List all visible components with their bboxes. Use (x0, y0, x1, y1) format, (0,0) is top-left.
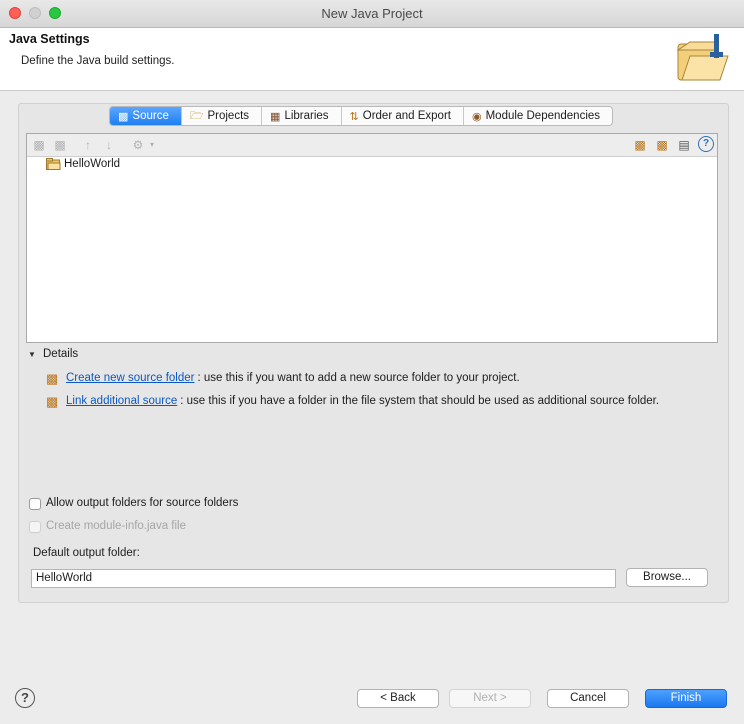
browse-button[interactable]: Browse... (626, 568, 708, 587)
help-icon[interactable]: ? (698, 136, 714, 152)
tab-source[interactable]: ▩ Source (110, 107, 182, 125)
create-source-folder-link[interactable]: Create new source folder (66, 372, 194, 384)
order-export-icon: ⇅ (349, 110, 359, 123)
source-icon: ▩ (118, 110, 129, 123)
link-source-row: ▩ Link additional source : use this if y… (46, 394, 660, 409)
tab-order-export[interactable]: ⇅ Order and Export (342, 107, 464, 125)
page-subtitle: Define the Java build settings. (21, 55, 175, 67)
details-toggle-icon[interactable]: ▼ (28, 350, 36, 359)
add-folder-icon: ▩ (33, 138, 45, 152)
create-source-description: : use this if you want to add a new sour… (197, 372, 520, 384)
allow-output-checkbox[interactable] (29, 498, 41, 510)
new-source-folder-icon: ▩ (46, 371, 59, 386)
tab-libraries[interactable]: ▦ Libraries (262, 107, 342, 125)
move-up-icon: ↑ (85, 138, 91, 152)
module-icon: ◉ (471, 110, 482, 123)
link-source-icon[interactable]: ▩ (632, 137, 648, 153)
output-folder-label: Default output folder: (33, 547, 140, 559)
remove-folder-icon: ▩ (54, 138, 66, 152)
module-info-label: Create module-info.java file (46, 520, 186, 532)
tab-projects[interactable]: 🗁 Projects (182, 107, 263, 125)
tab-label: Projects (207, 110, 250, 122)
output-folder-field[interactable]: HelloWorld (31, 569, 616, 588)
remove-icon[interactable]: ▤ (676, 137, 692, 153)
finish-button[interactable]: Finish (645, 689, 727, 708)
next-button: Next > (449, 689, 531, 708)
back-button[interactable]: < Back (357, 689, 439, 708)
link-source-icon: ▩ (46, 394, 59, 409)
module-info-checkbox (29, 521, 41, 533)
source-tree-panel (26, 133, 718, 343)
cancel-button[interactable]: Cancel (547, 689, 629, 708)
allow-output-label[interactable]: Allow output folders for source folders (46, 497, 238, 509)
tab-bar: ▩ Source 🗁 Projects ▦ Libraries ⇅ Order … (109, 106, 614, 126)
chevron-down-icon: ▾ (149, 140, 154, 149)
move-down-icon: ↓ (106, 138, 112, 152)
create-source-row: ▩ Create new source folder : use this if… (46, 371, 520, 386)
tab-label: Source (132, 110, 169, 122)
window-title: New Java Project (321, 6, 423, 21)
details-label[interactable]: Details (43, 348, 78, 360)
new-source-folder-icon[interactable]: ▩ (654, 137, 670, 153)
projects-icon: 🗁 (189, 109, 204, 122)
tab-label: Module Dependencies (485, 110, 601, 122)
folder-wizard-icon (676, 34, 729, 81)
tab-label: Order and Export (362, 110, 451, 122)
help-icon[interactable]: ? (15, 688, 35, 708)
tree-item[interactable]: HelloWorld (46, 158, 120, 170)
libraries-icon: ▦ (270, 110, 281, 123)
link-source-description: : use this if you have a folder in the f… (180, 395, 660, 407)
tree-item-label: HelloWorld (64, 158, 121, 170)
project-folder-icon (46, 158, 61, 170)
tab-label: Libraries (284, 110, 329, 122)
tab-module-dependencies[interactable]: ◉ Module Dependencies (464, 107, 612, 125)
link-additional-source-link[interactable]: Link additional source (66, 395, 177, 407)
page-title: Java Settings (9, 32, 90, 46)
